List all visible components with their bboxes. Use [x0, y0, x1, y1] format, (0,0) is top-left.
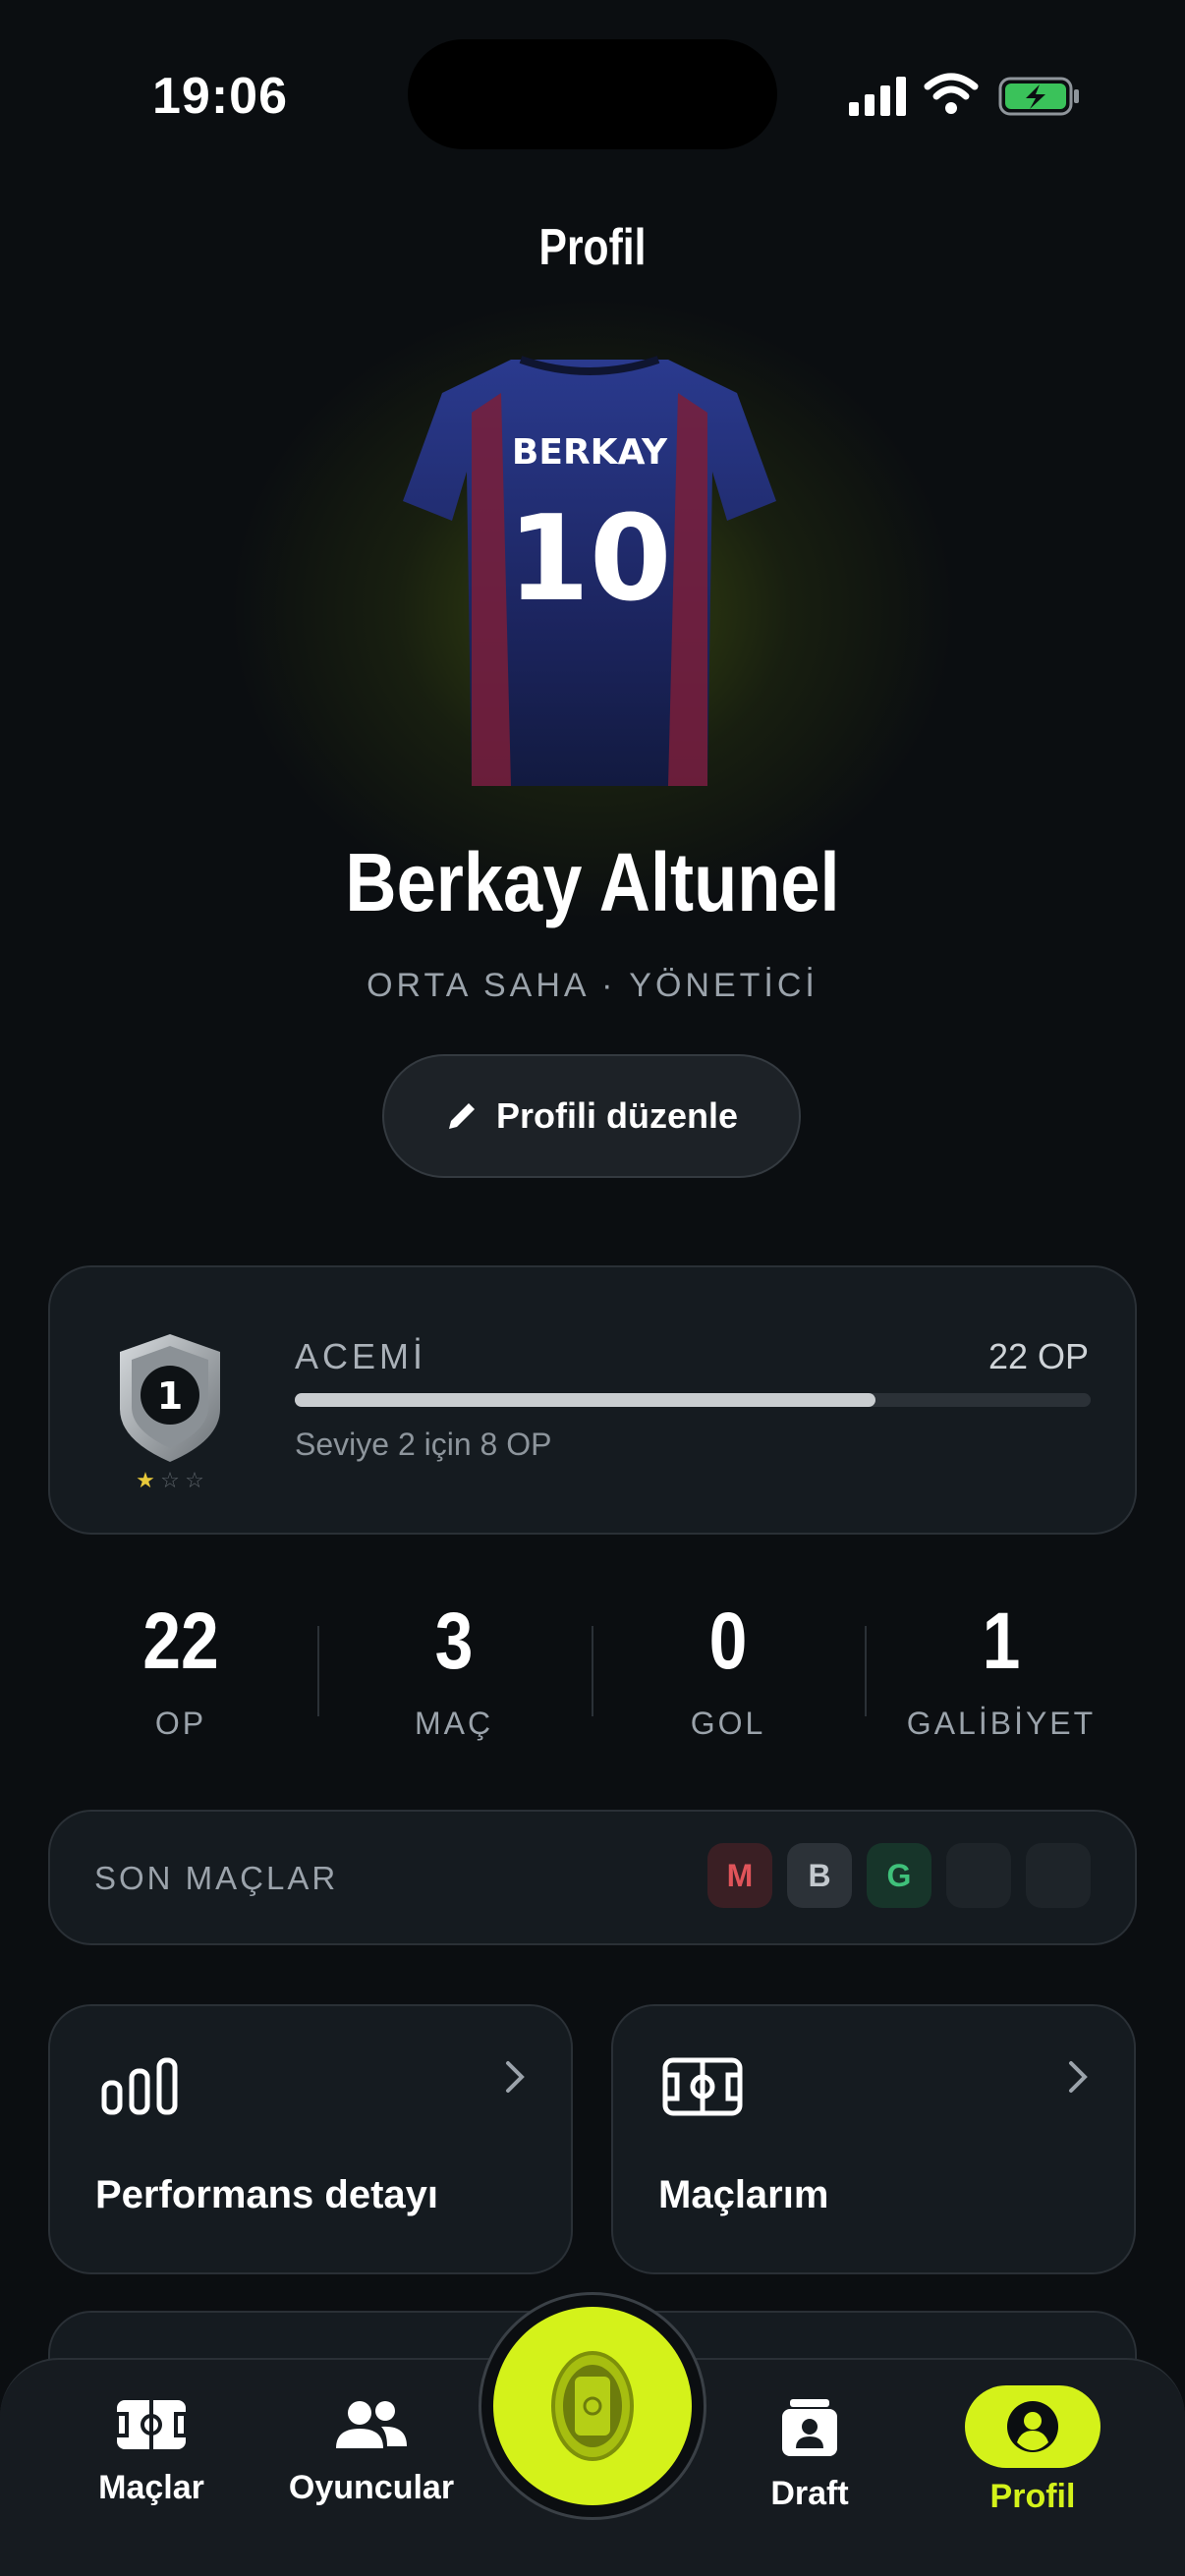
jersey-name: BERKAY [512, 432, 668, 473]
stat-value: 1 [982, 1596, 1021, 1686]
result-empty-pill [1026, 1843, 1091, 1908]
tab-matches[interactable]: Maçlar [53, 2397, 250, 2507]
stat-op: 22 OP [44, 1601, 317, 1742]
stat-value: 22 [142, 1596, 219, 1686]
result-draw-pill: B [787, 1843, 852, 1908]
edit-profile-label: Profili düzenle [495, 1095, 739, 1136]
level-progress-bar [295, 1393, 1091, 1407]
dynamic-island [408, 39, 777, 149]
edit-profile-button[interactable]: Profili düzenle [382, 1054, 801, 1178]
stat-wins: 1 GALİBİYET [865, 1601, 1138, 1742]
stat-value: 0 [708, 1596, 748, 1686]
stat-label: GALİBİYET [906, 1706, 1097, 1741]
tab-label: Maçlar [98, 2469, 204, 2506]
user-circle-icon [1007, 2401, 1058, 2452]
player-role: ORTA SAHA · YÖNETİCİ [367, 967, 818, 1004]
jersey-number: 10 [508, 491, 672, 628]
stat-label: GOL [690, 1706, 766, 1741]
pitch-icon [662, 2057, 743, 2116]
tab-draft[interactable]: Draft [711, 2397, 908, 2513]
level-badge-number: 1 [157, 1374, 183, 1418]
player-name: Berkay Altunel [345, 836, 840, 928]
my-matches-label: Maçlarım [658, 2173, 829, 2216]
page-title: Profil [538, 219, 647, 276]
svg-text:★: ★ [136, 1469, 155, 1491]
level-badge-icon: 1 ★ ☆ ☆ [120, 1334, 220, 1491]
stat-matches: 3 MAÇ [317, 1601, 591, 1742]
status-time: 19:06 [152, 68, 288, 125]
tab-players[interactable]: Oyuncular [273, 2397, 470, 2507]
result-loss-pill: M [707, 1843, 772, 1908]
stat-label: MAÇ [414, 1706, 494, 1741]
tab-profile-highlight [965, 2385, 1100, 2468]
pitch-icon [115, 2400, 188, 2449]
stat-goals: 0 GOL [592, 1601, 865, 1742]
performance-detail-tile[interactable]: Performans detayı [48, 2004, 573, 2274]
bar-chart-icon [101, 2057, 178, 2115]
performance-detail-label: Performans detayı [95, 2173, 439, 2216]
chevron-right-icon [1069, 2061, 1088, 2093]
stadium-icon [551, 2351, 634, 2461]
chevron-right-icon [506, 2061, 525, 2093]
result-win-pill: G [867, 1843, 931, 1908]
level-progress-fill [295, 1393, 876, 1407]
tab-profile[interactable]: Profil [934, 2478, 1131, 2516]
stat-value: 3 [434, 1596, 474, 1686]
my-matches-tile[interactable]: Maçlarım [611, 2004, 1136, 2274]
stadium-action-button[interactable] [493, 2307, 692, 2505]
tab-label: Draft [770, 2475, 849, 2512]
pencil-icon [448, 1103, 475, 1129]
users-icon [336, 2401, 407, 2448]
id-card-icon [782, 2399, 837, 2456]
jersey-image: BERKAY 10 [403, 356, 776, 786]
tab-label: Profil [989, 2478, 1076, 2515]
level-name: ACEMİ [295, 1336, 427, 1376]
signal-icon [849, 77, 906, 116]
svg-text:☆: ☆ [185, 1469, 204, 1491]
recent-matches-label: SON MAÇLAR [94, 1860, 339, 1896]
level-next-text: Seviye 2 için 8 OP [295, 1427, 552, 1462]
result-empty-pill [946, 1843, 1011, 1908]
svg-text:☆: ☆ [160, 1469, 180, 1491]
stat-label: OP [154, 1706, 207, 1741]
battery-charging-icon [998, 77, 1079, 116]
tab-label: Oyuncular [288, 2469, 455, 2506]
level-points: 22 OP [988, 1336, 1089, 1376]
wifi-icon [924, 73, 979, 114]
